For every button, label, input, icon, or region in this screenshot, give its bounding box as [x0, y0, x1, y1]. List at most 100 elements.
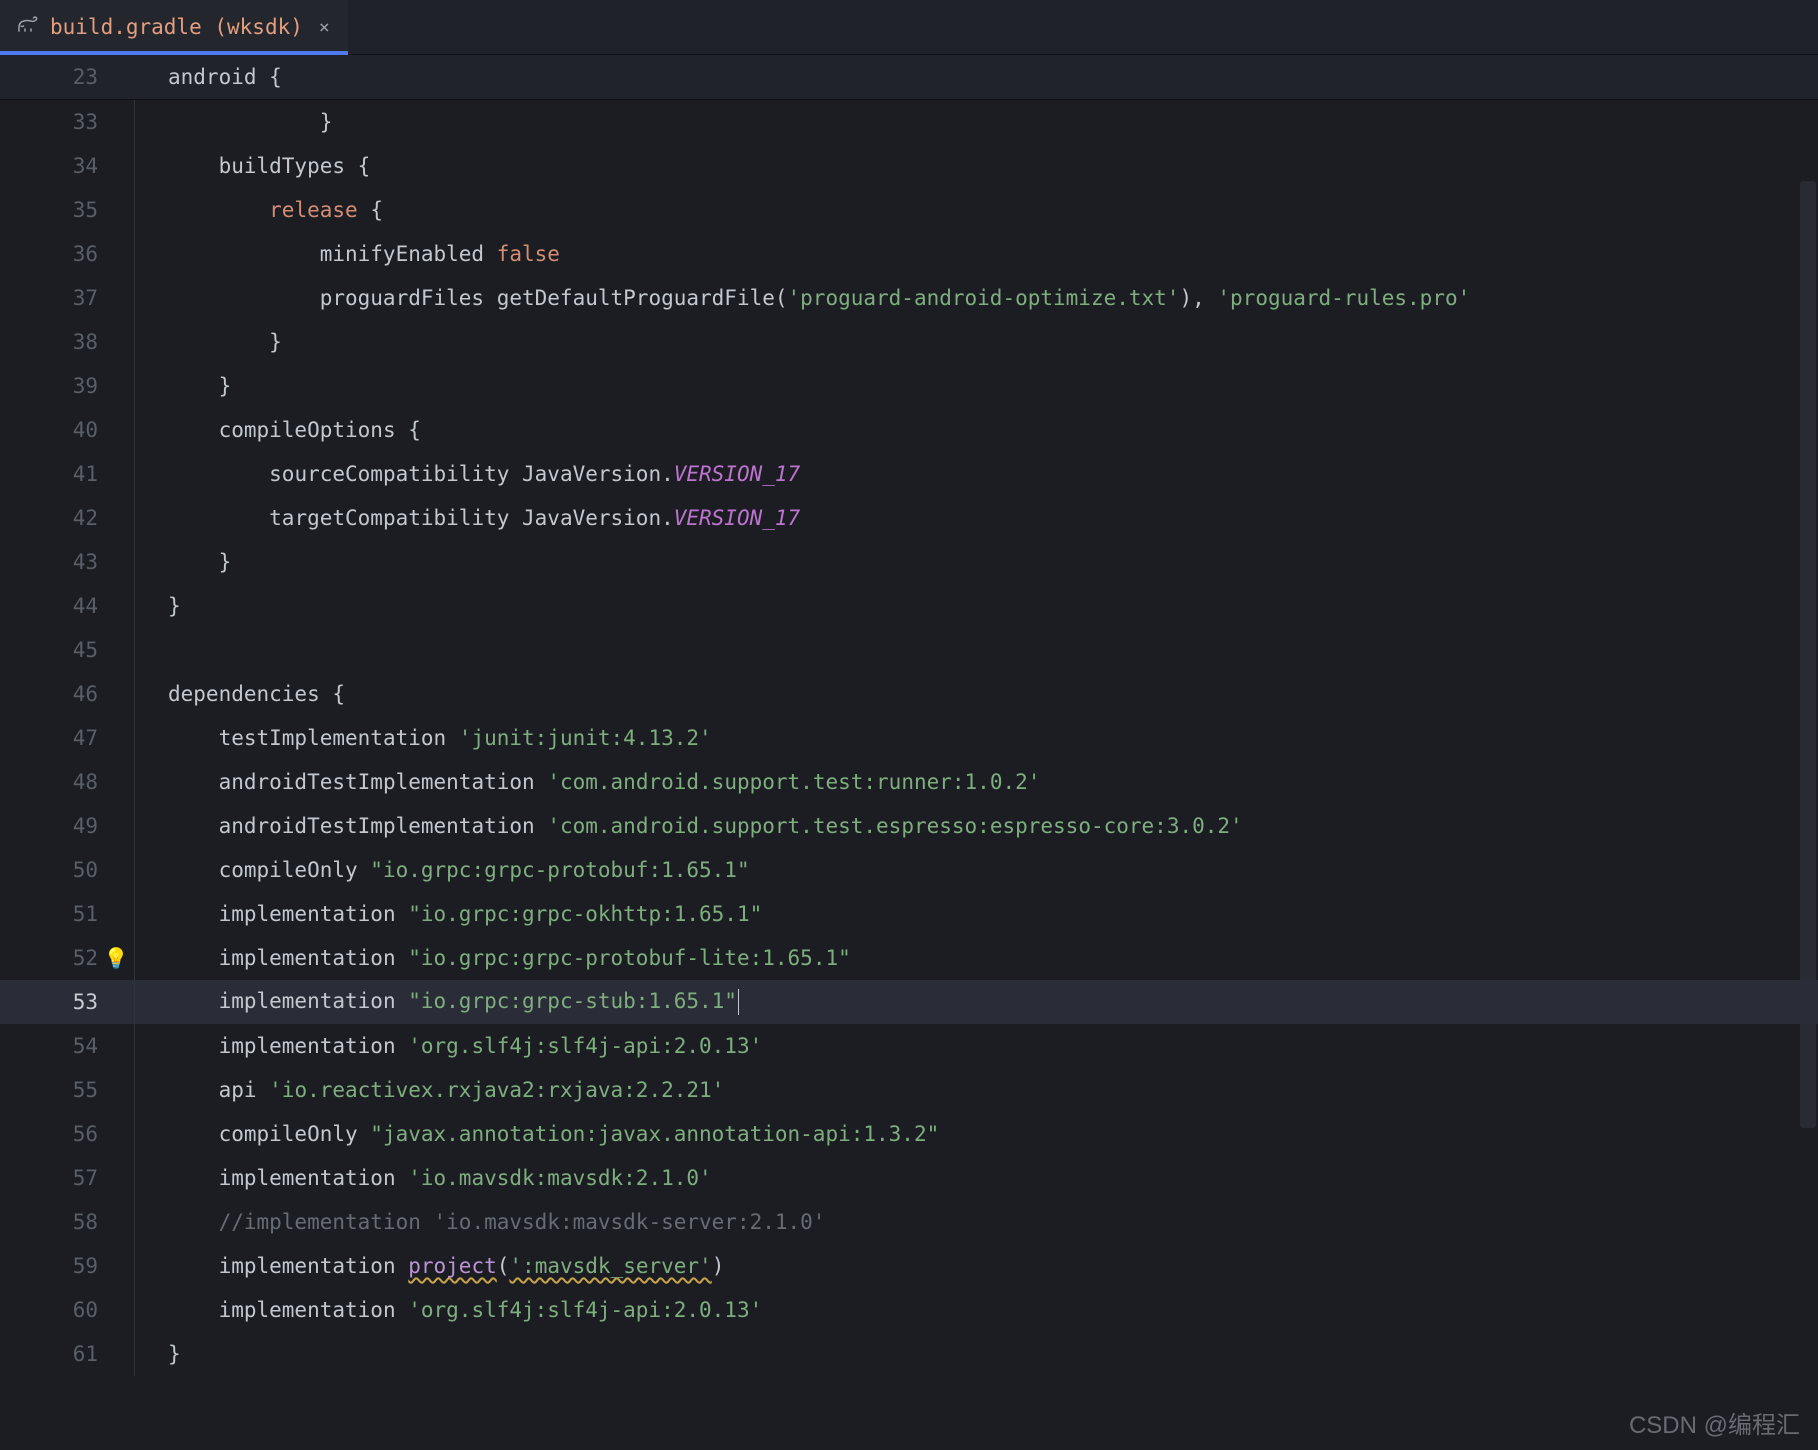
gutter-margin — [98, 1112, 134, 1156]
token: 'org.slf4j:slf4j-api:2.0.13' — [408, 1298, 762, 1322]
code-text[interactable]: implementation 'org.slf4j:slf4j-api:2.0.… — [132, 1034, 762, 1058]
indent-guide — [134, 716, 135, 760]
code-text[interactable]: implementation "io.grpc:grpc-okhttp:1.65… — [132, 902, 762, 926]
token: buildTypes — [219, 154, 358, 178]
code-line[interactable]: 52💡 implementation "io.grpc:grpc-protobu… — [0, 936, 1818, 980]
code-text[interactable]: implementation "io.grpc:grpc-protobuf-li… — [132, 946, 851, 970]
token: } — [219, 374, 232, 398]
token: 'io.reactivex.rxjava2:rxjava:2.2.21' — [269, 1078, 724, 1102]
code-text[interactable]: implementation 'org.slf4j:slf4j-api:2.0.… — [132, 1298, 762, 1322]
code-text[interactable]: implementation 'io.mavsdk:mavsdk:2.1.0' — [132, 1166, 712, 1190]
code-text[interactable]: androidTestImplementation 'com.android.s… — [132, 770, 1040, 794]
code-text[interactable]: proguardFiles getDefaultProguardFile('pr… — [132, 286, 1470, 310]
code-line[interactable]: 41 sourceCompatibility JavaVersion.VERSI… — [0, 452, 1818, 496]
code-line[interactable]: 56 compileOnly "javax.annotation:javax.a… — [0, 1112, 1818, 1156]
code-text[interactable]: //implementation 'io.mavsdk:mavsdk-serve… — [132, 1210, 825, 1234]
code-text[interactable]: compileOnly "io.grpc:grpc-protobuf:1.65.… — [132, 858, 750, 882]
token: compileOnly — [219, 858, 371, 882]
lightbulb-icon[interactable]: 💡 — [104, 946, 129, 970]
gutter-margin — [98, 496, 134, 540]
token: dependencies — [168, 682, 332, 706]
indent-guide — [134, 276, 135, 320]
token: 'org.slf4j:slf4j-api:2.0.13' — [408, 1034, 762, 1058]
token: VERSION_17 — [674, 462, 800, 486]
code-text[interactable]: implementation "io.grpc:grpc-stub:1.65.1… — [132, 989, 739, 1015]
token: implementation — [219, 1298, 409, 1322]
code-line[interactable]: 39 } — [0, 364, 1818, 408]
code-text[interactable]: implementation project(':mavsdk_server') — [132, 1254, 724, 1278]
token: } — [168, 594, 181, 618]
code-line[interactable]: 46dependencies { — [0, 672, 1818, 716]
code-line[interactable]: 45 — [0, 628, 1818, 672]
gutter-margin — [98, 188, 134, 232]
code-line[interactable]: 61} — [0, 1332, 1818, 1376]
code-line[interactable]: 55 api 'io.reactivex.rxjava2:rxjava:2.2.… — [0, 1068, 1818, 1112]
token: ':mavsdk_server' — [509, 1254, 711, 1278]
code-line[interactable]: 58 //implementation 'io.mavsdk:mavsdk-se… — [0, 1200, 1818, 1244]
indent-guide — [134, 936, 135, 980]
code-text[interactable]: testImplementation 'junit:junit:4.13.2' — [132, 726, 712, 750]
editor-tab[interactable]: build.gradle (wksdk) × — [0, 0, 348, 54]
code-text[interactable]: } — [132, 594, 181, 618]
indent-guide — [134, 320, 135, 364]
code-line[interactable]: 54 implementation 'org.slf4j:slf4j-api:2… — [0, 1024, 1818, 1068]
close-icon[interactable]: × — [319, 17, 330, 38]
tab-bar: build.gradle (wksdk) × — [0, 0, 1818, 55]
code-line[interactable]: 37 proguardFiles getDefaultProguardFile(… — [0, 276, 1818, 320]
code-text[interactable]: } — [132, 1342, 181, 1366]
code-line[interactable]: 36 minifyEnabled false — [0, 232, 1818, 276]
code-line[interactable]: 35 release { — [0, 188, 1818, 232]
code-text[interactable]: } — [132, 550, 231, 574]
gutter-margin — [98, 232, 134, 276]
code-line[interactable]: 43 } — [0, 540, 1818, 584]
code-line[interactable]: 48 androidTestImplementation 'com.androi… — [0, 760, 1818, 804]
code-line[interactable]: 33 } — [0, 100, 1818, 144]
code-text[interactable]: buildTypes { — [132, 154, 370, 178]
gutter-margin — [98, 364, 134, 408]
code-line[interactable]: 42 targetCompatibility JavaVersion.VERSI… — [0, 496, 1818, 540]
indent-guide — [134, 496, 135, 540]
code-line[interactable]: 57 implementation 'io.mavsdk:mavsdk:2.1.… — [0, 1156, 1818, 1200]
code-text[interactable]: targetCompatibility JavaVersion.VERSION_… — [132, 506, 800, 530]
token: ) — [712, 1254, 725, 1278]
code-text[interactable]: androidTestImplementation 'com.android.s… — [132, 814, 1243, 838]
code-text[interactable]: } — [132, 374, 231, 398]
code-text[interactable]: sourceCompatibility JavaVersion.VERSION_… — [132, 462, 800, 486]
gutter-margin — [98, 980, 134, 1024]
code-text[interactable]: compileOnly "javax.annotation:javax.anno… — [132, 1122, 939, 1146]
indent-guide — [134, 232, 135, 276]
code-line[interactable]: 60 implementation 'org.slf4j:slf4j-api:2… — [0, 1288, 1818, 1332]
code-text[interactable]: } — [132, 330, 282, 354]
code-line[interactable]: 59 implementation project(':mavsdk_serve… — [0, 1244, 1818, 1288]
code-text[interactable]: compileOptions { — [132, 418, 421, 442]
code-line[interactable]: 38 } — [0, 320, 1818, 364]
gradle-icon — [16, 15, 40, 40]
indent-guide — [134, 144, 135, 188]
code-text[interactable]: minifyEnabled false — [132, 242, 560, 266]
token: compileOptions — [219, 418, 409, 442]
indent-guide — [134, 672, 135, 716]
token: 'com.android.support.test.espresso:espre… — [547, 814, 1242, 838]
code-line[interactable]: 51 implementation "io.grpc:grpc-okhttp:1… — [0, 892, 1818, 936]
token: compileOnly — [219, 1122, 371, 1146]
sticky-scroll-header[interactable]: 23 android { — [0, 55, 1818, 100]
token: "io.grpc:grpc-protobuf-lite:1.65.1" — [408, 946, 851, 970]
token: ), — [1179, 286, 1217, 310]
token: { — [408, 418, 421, 442]
code-editor[interactable]: 33 }34 buildTypes {35 release {36 minify… — [0, 100, 1818, 1450]
code-line[interactable]: 49 androidTestImplementation 'com.androi… — [0, 804, 1818, 848]
code-text[interactable]: } — [132, 110, 332, 134]
gutter-margin — [98, 628, 134, 672]
code-line[interactable]: 50 compileOnly "io.grpc:grpc-protobuf:1.… — [0, 848, 1818, 892]
code-line[interactable]: 47 testImplementation 'junit:junit:4.13.… — [0, 716, 1818, 760]
code-line[interactable]: 53 implementation "io.grpc:grpc-stub:1.6… — [0, 980, 1818, 1024]
code-text[interactable]: release { — [132, 198, 383, 222]
indent-guide — [134, 364, 135, 408]
token: } — [320, 110, 333, 134]
code-text[interactable]: api 'io.reactivex.rxjava2:rxjava:2.2.21' — [132, 1078, 724, 1102]
gutter-margin — [98, 1024, 134, 1068]
code-line[interactable]: 44} — [0, 584, 1818, 628]
code-text[interactable]: dependencies { — [132, 682, 345, 706]
code-line[interactable]: 40 compileOptions { — [0, 408, 1818, 452]
code-line[interactable]: 34 buildTypes { — [0, 144, 1818, 188]
